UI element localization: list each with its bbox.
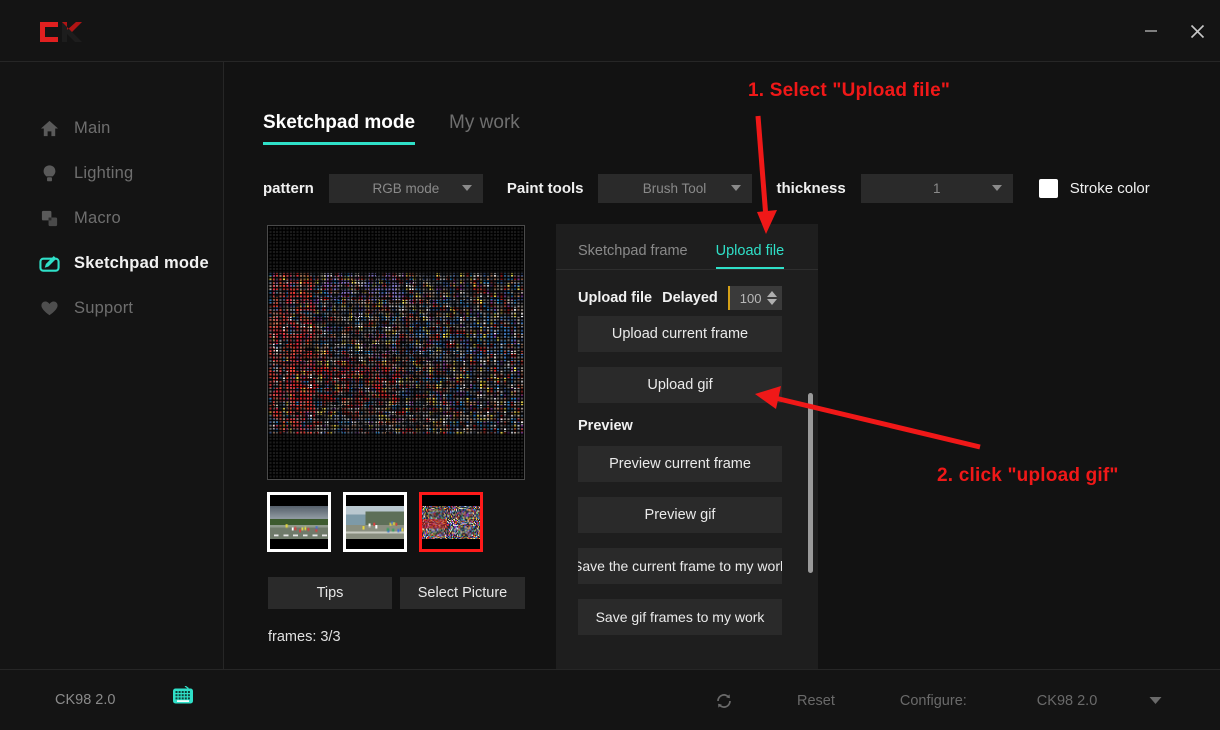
delayed-label: Delayed bbox=[662, 290, 718, 306]
sidebar-item-label: Lighting bbox=[74, 163, 134, 182]
sidebar-item-support[interactable]: Support bbox=[0, 290, 224, 326]
panel-scrollbar[interactable] bbox=[808, 333, 813, 687]
sidebar-item-macro[interactable]: Macro bbox=[0, 200, 224, 236]
minimize-button[interactable] bbox=[1128, 0, 1174, 62]
sidebar-item-main[interactable]: Main bbox=[0, 110, 224, 146]
stepper-down-icon[interactable] bbox=[767, 299, 777, 305]
sketchpad-icon bbox=[38, 252, 60, 274]
sidebar-item-lighting[interactable]: Lighting bbox=[0, 155, 224, 191]
paint-tools-value: Brush Tool bbox=[642, 180, 707, 196]
refresh-icon[interactable] bbox=[715, 692, 733, 710]
app-logo bbox=[38, 18, 82, 46]
pattern-value: RGB mode bbox=[372, 180, 440, 196]
macro-icon bbox=[38, 207, 60, 229]
main-tab-bar: Sketchpad mode My work bbox=[263, 112, 520, 145]
keyboard-icon[interactable] bbox=[172, 685, 194, 705]
frame-thumbnail-selected[interactable] bbox=[419, 492, 483, 552]
panel-content: Upload file Delayed 100 Upload current f… bbox=[556, 271, 804, 650]
preview-gif-button[interactable]: Preview gif bbox=[578, 497, 782, 533]
lightbulb-icon bbox=[38, 162, 60, 184]
configure-value[interactable]: CK98 2.0 bbox=[1037, 693, 1097, 709]
preview-heading: Preview bbox=[578, 418, 633, 434]
upload-current-frame-button[interactable]: Upload current frame bbox=[578, 316, 782, 352]
tab-sketchpad-mode[interactable]: Sketchpad mode bbox=[263, 112, 416, 145]
upload-gif-button[interactable]: Upload gif bbox=[578, 367, 782, 403]
drawing-toolbar: pattern RGB mode Paint tools Brush Tool … bbox=[263, 172, 1150, 204]
sidebar-item-label: Support bbox=[74, 298, 134, 317]
delay-value: 100 bbox=[739, 290, 762, 306]
frame-thumbnail-strip bbox=[267, 492, 483, 552]
frame-thumbnail[interactable] bbox=[267, 492, 331, 552]
tab-sketchpad-frame[interactable]: Sketchpad frame bbox=[578, 243, 688, 269]
sidebar: Main Lighting Macro Sketchpad mode Suppo… bbox=[0, 62, 224, 669]
chevron-down-icon bbox=[730, 185, 741, 191]
thickness-label: thickness bbox=[776, 179, 846, 197]
stepper-arrows[interactable] bbox=[767, 291, 777, 305]
frames-counter: frames: 3/3 bbox=[268, 629, 341, 645]
stroke-color-swatch[interactable] bbox=[1038, 178, 1058, 198]
configure-dropdown-icon[interactable] bbox=[1149, 692, 1162, 710]
sidebar-item-label: Main bbox=[74, 118, 111, 137]
panel-tab-label: Sketchpad frame bbox=[578, 243, 688, 259]
main-content: Sketchpad mode My work pattern RGB mode … bbox=[224, 62, 1220, 700]
save-gif-frames-button[interactable]: Save gif frames to my work bbox=[578, 599, 782, 635]
title-bar bbox=[0, 0, 1220, 62]
heart-icon bbox=[38, 297, 60, 319]
pattern-label: pattern bbox=[263, 179, 314, 197]
frame-thumbnail[interactable] bbox=[343, 492, 407, 552]
select-picture-button[interactable]: Select Picture bbox=[400, 577, 525, 609]
configure-label: Configure: bbox=[899, 693, 967, 709]
pattern-select[interactable]: RGB mode bbox=[328, 173, 483, 203]
tips-button[interactable]: Tips bbox=[268, 577, 392, 609]
home-icon bbox=[38, 117, 60, 139]
chevron-down-icon bbox=[461, 185, 472, 191]
thickness-value: 1 bbox=[932, 180, 941, 196]
tab-upload-file[interactable]: Upload file bbox=[715, 243, 785, 269]
thickness-select[interactable]: 1 bbox=[860, 173, 1013, 203]
sketchpad-canvas[interactable] bbox=[267, 225, 525, 480]
annotation-step-2: 2. click "upload gif" bbox=[937, 465, 1119, 486]
delay-stepper[interactable]: 100 bbox=[727, 286, 782, 310]
panel-tab-label: Upload file bbox=[715, 243, 785, 259]
sidebar-item-label: Macro bbox=[74, 208, 121, 227]
status-bar-actions: Reset Configure: CK98 2.0 bbox=[715, 692, 1162, 710]
paint-tools-select[interactable]: Brush Tool bbox=[597, 173, 752, 203]
sidebar-item-sketchpad-mode[interactable]: Sketchpad mode bbox=[0, 245, 224, 281]
device-name-label: CK98 2.0 bbox=[55, 692, 116, 708]
tab-label: Sketchpad mode bbox=[263, 112, 416, 133]
upload-panel: Sketchpad frame Upload file Upload file … bbox=[556, 224, 818, 700]
stepper-up-icon[interactable] bbox=[767, 291, 777, 297]
window-controls bbox=[1128, 0, 1220, 62]
upload-file-row: Upload file Delayed 100 bbox=[578, 280, 782, 316]
panel-body: Upload file Delayed 100 Upload current f… bbox=[556, 271, 818, 700]
preview-current-frame-button[interactable]: Preview current frame bbox=[578, 446, 782, 482]
annotation-step-1: 1. Select "Upload file" bbox=[748, 80, 951, 101]
stroke-color-label: Stroke color bbox=[1069, 179, 1150, 197]
chevron-down-icon bbox=[991, 185, 1002, 191]
tab-my-work[interactable]: My work bbox=[449, 112, 520, 145]
upload-file-label: Upload file bbox=[578, 290, 653, 306]
reset-button[interactable]: Reset bbox=[797, 693, 835, 709]
tab-label: My work bbox=[449, 112, 520, 133]
canvas-actions: Tips Select Picture bbox=[268, 577, 525, 609]
scrollbar-thumb[interactable] bbox=[808, 393, 813, 573]
sidebar-item-label: Sketchpad mode bbox=[74, 253, 209, 272]
panel-tab-bar: Sketchpad frame Upload file bbox=[556, 224, 818, 270]
close-button[interactable] bbox=[1174, 0, 1220, 62]
paint-tools-label: Paint tools bbox=[506, 179, 584, 197]
canvas-image bbox=[268, 226, 524, 479]
save-current-frame-button[interactable]: Save the current frame to my work bbox=[578, 548, 782, 584]
